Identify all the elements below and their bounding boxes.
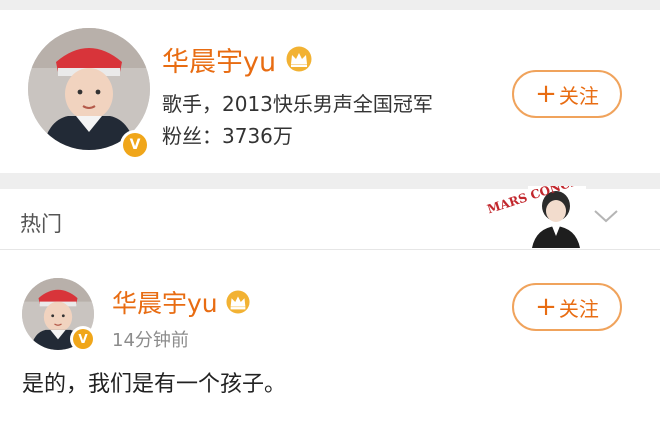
profile-name[interactable]: 华晨宇yu	[162, 40, 276, 79]
crown-icon	[226, 290, 250, 314]
crown-icon	[286, 46, 312, 72]
post-author[interactable]: 华晨宇yu	[112, 284, 218, 320]
verified-v-icon: V	[123, 133, 147, 157]
follow-button[interactable]: + 关注	[512, 70, 622, 118]
verified-badge: V	[120, 130, 150, 160]
profile-fans: 粉丝：3736万	[162, 124, 293, 148]
mars-concert-sticker: MARS CONCERT	[486, 186, 586, 248]
chevron-down-icon[interactable]	[593, 208, 619, 224]
hot-label: 热门	[20, 212, 62, 236]
plus-icon: +	[535, 79, 557, 109]
top-gap	[0, 0, 660, 10]
post-follow-button[interactable]: + 关注	[512, 283, 622, 331]
follow-label: 关注	[558, 83, 599, 108]
post-text: 是的，我们是有一个孩子。	[22, 372, 287, 397]
plus-icon: +	[535, 292, 557, 322]
post-time: 14分钟前	[112, 330, 189, 351]
follow-label: 关注	[558, 296, 599, 321]
verified-v-icon: V	[73, 329, 93, 349]
profile-bio: 歌手，2013快乐男声全国冠军	[162, 92, 433, 116]
verified-badge: V	[70, 326, 96, 352]
